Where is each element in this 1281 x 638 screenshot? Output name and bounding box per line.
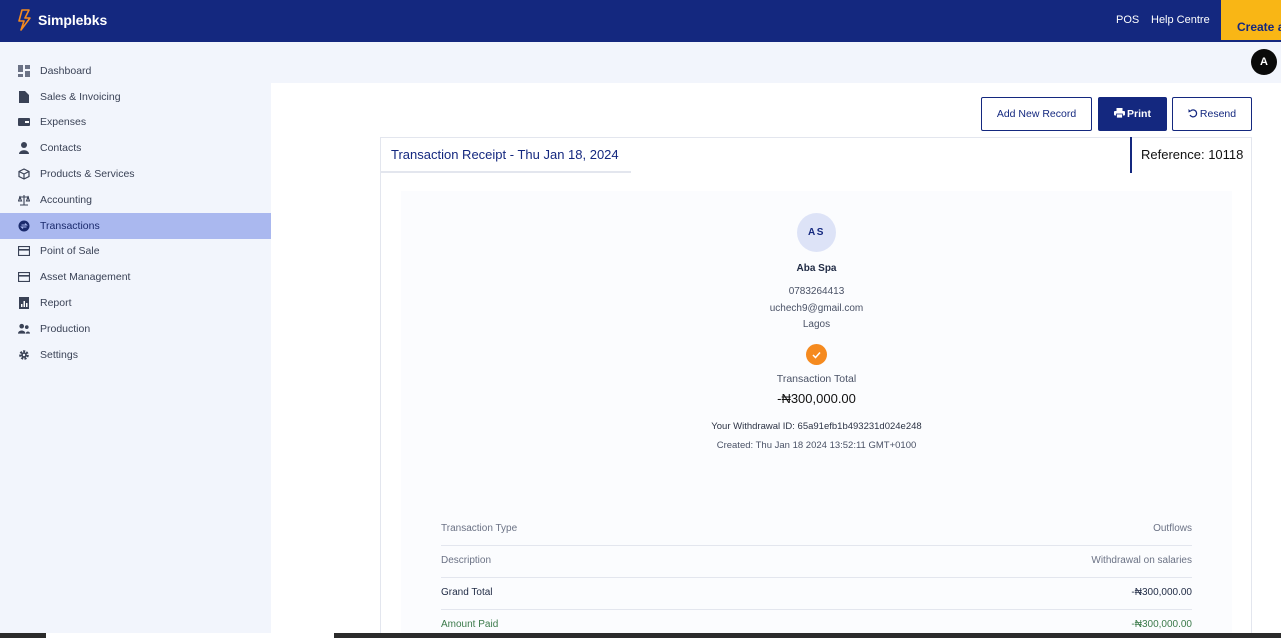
sidebar-item-label: Expenses [40, 116, 87, 129]
sidebar-item-label: Asset Management [40, 271, 131, 284]
reference-divider [1130, 137, 1132, 173]
grand-total-label: Grand Total [441, 587, 493, 598]
sidebar-item-label: Contacts [40, 142, 82, 155]
sidebar-item-dashboard[interactable]: Dashboard [0, 58, 271, 84]
transaction-total-label: Transaction Total [776, 373, 857, 385]
sidebar-item-label: Transactions [40, 219, 100, 232]
sidebar-item-transactions[interactable]: Transactions [0, 212, 271, 239]
taskbar-strip [0, 633, 1281, 638]
sidebar-item-label: Dashboard [40, 64, 92, 77]
sidebar-item-label: Settings [40, 348, 78, 361]
sidebar-item-point-of-sale[interactable]: Point of Sale [0, 239, 271, 265]
sidebar-item-settings[interactable]: Settings [0, 342, 271, 368]
sidebar-item-label: Production [40, 322, 91, 335]
taskbar-segment [46, 633, 334, 638]
customer-city: Lagos [802, 319, 831, 330]
create-account-button[interactable]: Create a [1221, 0, 1281, 40]
sidebar-item-production[interactable]: Production [0, 316, 271, 342]
title-underline [381, 171, 631, 173]
receipt-title: Transaction Receipt - Thu Jan 18, 2024 [391, 147, 619, 162]
print-label: Print [1127, 108, 1151, 120]
customer-name: Aba Spa [796, 263, 837, 274]
sidebar-item-sales-invoicing[interactable]: Sales & Invoicing [0, 84, 271, 110]
check-circle-icon [806, 344, 827, 365]
description-label: Description [441, 555, 492, 566]
wallet-icon [18, 116, 30, 128]
report-icon [18, 297, 30, 310]
customer-email: uchech9@gmail.com [769, 303, 864, 314]
brand-name: Simplebks [38, 12, 108, 28]
amount-paid-label: Amount Paid [441, 619, 499, 630]
transaction-type-label: Transaction Type [441, 523, 518, 534]
customer-initials-avatar: AS [797, 213, 836, 252]
customer-phone: 0783264413 [788, 286, 845, 297]
box-icon [18, 168, 30, 180]
amount-paid-value: -₦300,000.00 [1131, 619, 1192, 630]
sidebar-item-label: Products & Services [40, 168, 135, 181]
person-icon [18, 142, 30, 155]
printer-icon [1114, 107, 1127, 121]
transaction-type-value: Outflows [1153, 523, 1192, 534]
created-timestamp: Created: Thu Jan 18 2024 13:52:11 GMT+01… [716, 440, 917, 451]
top-navbar: Simplebks POS Help Centre Create a [0, 0, 1281, 42]
dashboard-icon [18, 64, 30, 77]
sidebar-item-report[interactable]: Report [0, 290, 271, 316]
receipt-body [401, 191, 1232, 638]
sidebar-item-products-services[interactable]: Products & Services [0, 161, 271, 187]
row-divider [441, 609, 1192, 610]
row-divider [441, 545, 1192, 546]
user-avatar[interactable]: A [1251, 49, 1277, 75]
sidebar-item-label: Point of Sale [40, 245, 100, 258]
resend-label: Resend [1199, 108, 1237, 120]
sidebar-item-accounting[interactable]: Accounting [0, 187, 271, 213]
scale-icon [18, 194, 30, 206]
sidebar-item-label: Sales & Invoicing [40, 90, 121, 103]
sidebar-item-asset-management[interactable]: Asset Management [0, 264, 271, 290]
row-divider [441, 577, 1192, 578]
card-icon [18, 245, 30, 257]
brand-logo[interactable]: Simplebks [16, 9, 107, 31]
sidebar-item-contacts[interactable]: Contacts [0, 135, 271, 161]
card-icon [18, 271, 30, 283]
transaction-total-amount: -₦300,000.00 [777, 391, 856, 406]
users-icon [18, 323, 30, 335]
resend-button[interactable]: Resend [1172, 97, 1252, 131]
document-icon [18, 90, 30, 103]
undo-icon [1188, 108, 1200, 121]
sidebar-item-label: Report [40, 297, 72, 310]
grand-total-value: -₦300,000.00 [1131, 587, 1192, 598]
sidebar: Dashboard Sales & Invoicing Expenses Con… [0, 58, 271, 368]
sidebar-item-expenses[interactable]: Expenses [0, 110, 271, 136]
logo-mark-icon [16, 9, 34, 31]
reference-number: Reference: 10118 [1141, 147, 1244, 162]
exchange-icon [18, 220, 30, 232]
help-centre-link[interactable]: Help Centre [1151, 14, 1210, 26]
sidebar-item-label: Accounting [40, 193, 92, 206]
gear-icon [18, 349, 30, 361]
description-value: Withdrawal on salaries [1091, 555, 1192, 566]
pos-link[interactable]: POS [1116, 14, 1139, 26]
withdrawal-id: Your Withdrawal ID: 65a91efb1b493231d024… [711, 421, 922, 432]
print-button[interactable]: Print [1098, 97, 1167, 131]
add-new-record-button[interactable]: Add New Record [981, 97, 1092, 131]
